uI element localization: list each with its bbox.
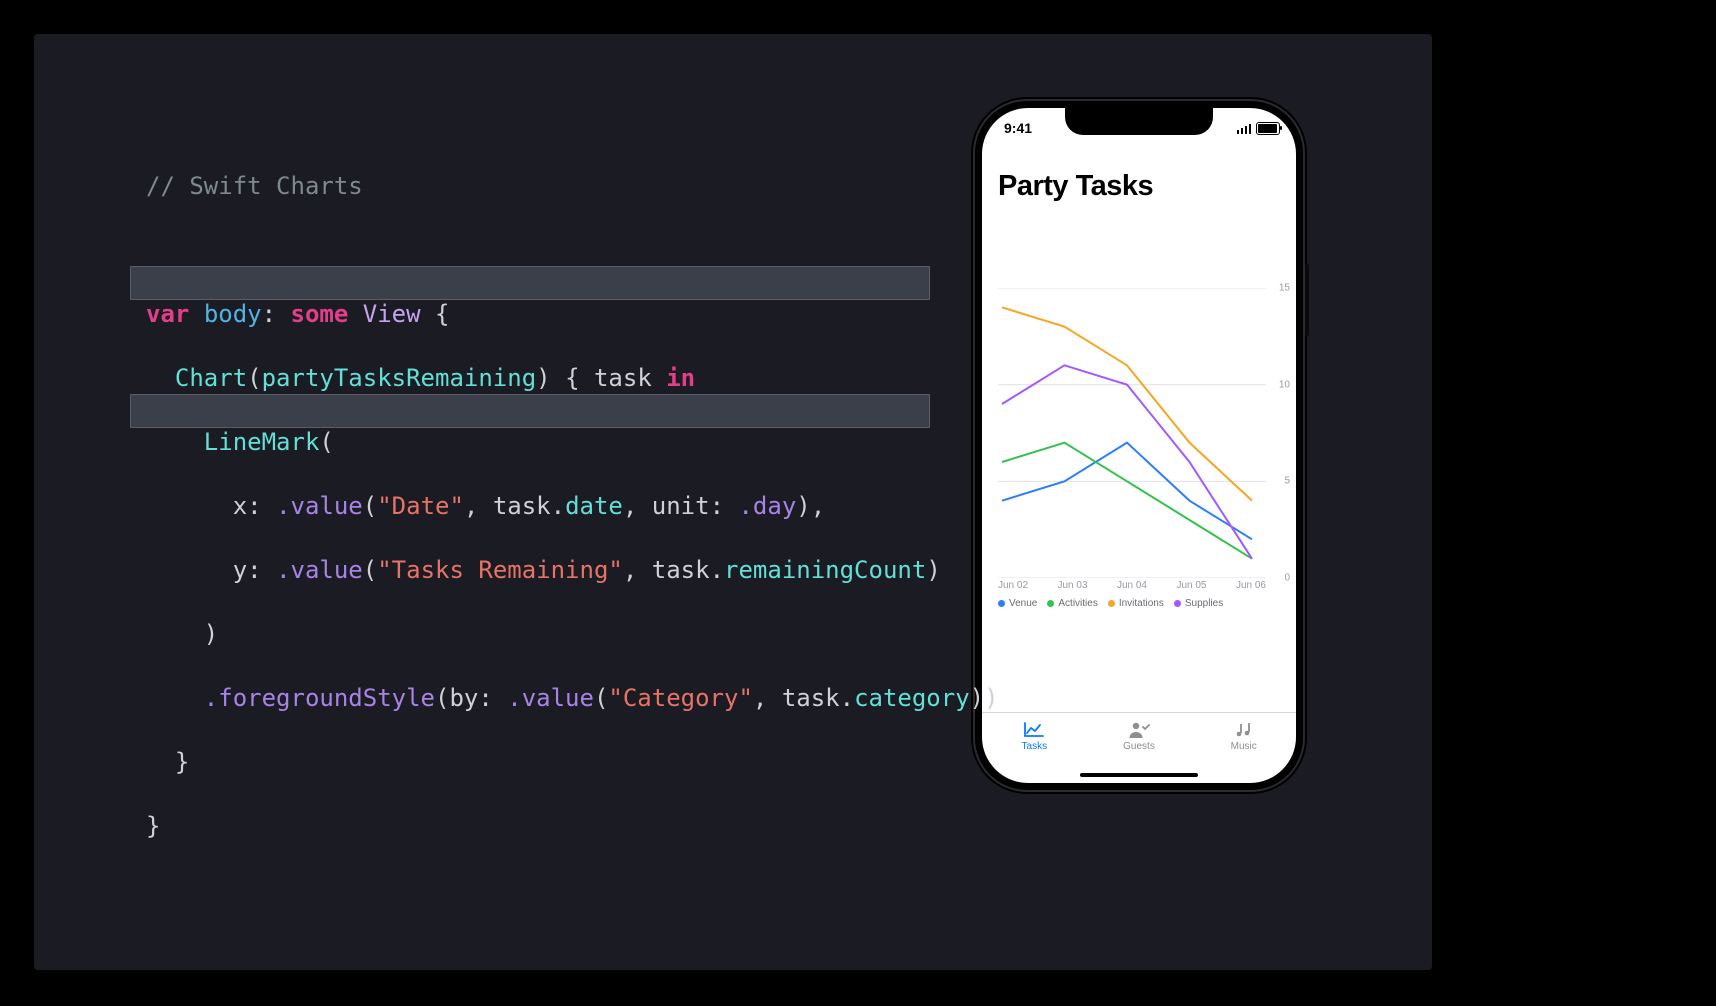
code-block: // Swift Charts var body: some View { Ch… — [142, 138, 1540, 906]
code-punct: , — [623, 556, 637, 584]
code-punct: } — [146, 812, 160, 840]
code-comment: // Swift Charts — [146, 172, 363, 200]
code-punct: ( — [594, 684, 608, 712]
code-punct: { — [565, 364, 579, 392]
code-enum-day: .day — [738, 492, 796, 520]
code-task-date: task — [493, 492, 551, 520]
code-arg-by: by: — [449, 684, 492, 712]
code-kw-some: some — [291, 300, 349, 328]
code-punct: , — [753, 684, 767, 712]
code-punct: . — [551, 492, 565, 520]
code-punct: , — [464, 492, 478, 520]
code-str-date: "Date" — [377, 492, 464, 520]
code-arg-unit: unit: — [652, 492, 724, 520]
code-str-tasks: "Tasks Remaining" — [377, 556, 623, 584]
code-task-rc: task — [652, 556, 710, 584]
code-prop-category: category — [854, 684, 970, 712]
code-ident-task: task — [594, 364, 652, 392]
code-punct: )) — [970, 684, 999, 712]
code-type-view: View — [363, 300, 421, 328]
code-punct: ( — [247, 364, 261, 392]
battery-icon — [1256, 122, 1280, 135]
code-punct: { — [435, 300, 449, 328]
code-punct: } — [175, 748, 189, 776]
code-arg-x: x: — [233, 492, 262, 520]
code-kw-var: var — [146, 300, 189, 328]
code-punct: . — [840, 684, 854, 712]
code-prop-date: date — [565, 492, 623, 520]
code-punct: ( — [363, 492, 377, 520]
code-prop-remaining: remainingCount — [724, 556, 926, 584]
code-kw-in: in — [666, 364, 695, 392]
code-task-cat: task — [782, 684, 840, 712]
code-method-value: .value — [276, 556, 363, 584]
code-punct: ) — [926, 556, 940, 584]
code-punct: . — [710, 556, 724, 584]
signal-icon — [1237, 124, 1252, 134]
code-punct: ), — [796, 492, 825, 520]
code-arg-y: y: — [233, 556, 262, 584]
code-call-chart: Chart — [175, 364, 247, 392]
code-str-cat: "Category" — [608, 684, 753, 712]
code-punct: : — [262, 300, 276, 328]
code-call-linemark: LineMark — [204, 428, 320, 456]
code-method-value: .value — [507, 684, 594, 712]
code-punct: ) — [536, 364, 550, 392]
code-ident-body: body — [204, 300, 262, 328]
code-punct: ( — [363, 556, 377, 584]
code-method-fgs: .foregroundStyle — [204, 684, 435, 712]
code-method-value: .value — [276, 492, 363, 520]
code-punct: ) — [204, 620, 218, 648]
code-arg-party: partyTasksRemaining — [262, 364, 537, 392]
status-icons — [1237, 122, 1281, 135]
code-punct: ( — [435, 684, 449, 712]
slide-stage: // Swift Charts var body: some View { Ch… — [34, 34, 1432, 970]
code-punct: , — [623, 492, 637, 520]
code-punct: ( — [319, 428, 333, 456]
status-time: 9:41 — [1004, 120, 1032, 136]
phone-notch — [1065, 108, 1213, 135]
